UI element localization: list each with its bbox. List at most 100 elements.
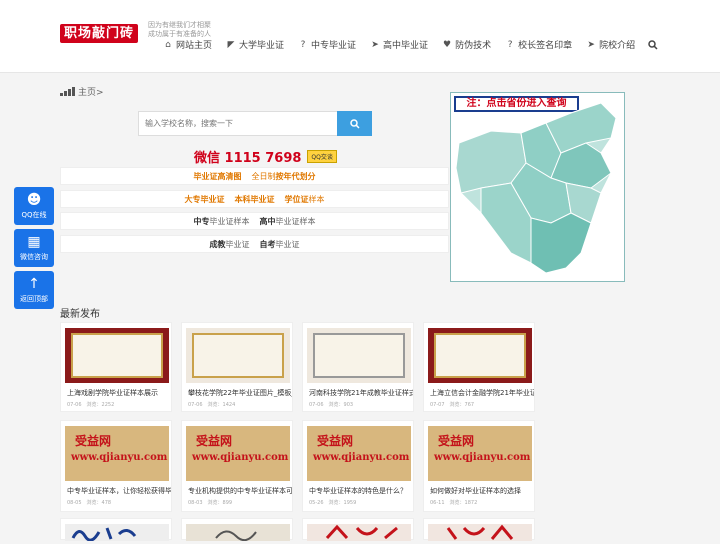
link-self-study-cert[interactable]: 毕业证 bbox=[276, 240, 300, 249]
category-row-4: 成教毕业证 自考毕业证 bbox=[60, 235, 449, 253]
float-qq-online[interactable]: ☻ QQ在线 bbox=[14, 187, 54, 225]
float-label: 返回顶部 bbox=[20, 295, 48, 303]
float-wechat-consult[interactable]: ▦ 微信咨询 bbox=[14, 229, 54, 267]
article-card[interactable] bbox=[423, 518, 535, 541]
link-degree-sample[interactable]: 样本 bbox=[309, 195, 325, 204]
link-fulltime[interactable]: 全日制 bbox=[252, 172, 276, 181]
article-title[interactable]: 如何做好对毕业证样本的选择 bbox=[430, 486, 534, 496]
wechat-number: 微信 1115 7698 bbox=[194, 151, 302, 166]
link-degree[interactable]: 学位证 bbox=[285, 195, 309, 204]
signature-thumbnail bbox=[186, 524, 290, 542]
category-row-2: 大专毕业证 本科毕业证 学位证样本 bbox=[60, 190, 449, 208]
article-card[interactable]: 上海立信会计金融学院21年毕业证 07-07 浏览：767 bbox=[423, 322, 535, 412]
float-back-to-top[interactable]: ↑ 返回顶部 bbox=[14, 271, 54, 309]
link-hd-images[interactable]: 毕业证高清图 bbox=[194, 172, 242, 181]
watermark-thumbnail: 受益网 www.qjianyu.com bbox=[65, 426, 169, 481]
article-meta: 05-26 浏览：1959 bbox=[309, 500, 357, 506]
nav-label: 高中毕业证 bbox=[383, 41, 429, 51]
nav-item-signature[interactable]: ? 校长签名印章 bbox=[505, 38, 573, 52]
article-meta: 08-03 浏览：899 bbox=[188, 500, 233, 506]
article-card[interactable] bbox=[302, 518, 414, 541]
article-title[interactable]: 河南科技学院21年成教毕业证样式 bbox=[309, 388, 413, 398]
nav-label: 中专毕业证 bbox=[311, 41, 357, 51]
signal-bars-icon bbox=[60, 87, 75, 96]
article-meta: 07-06 浏览：2252 bbox=[67, 402, 115, 408]
nav-label: 院校介绍 bbox=[599, 41, 636, 51]
link-junior-college[interactable]: 大专毕业证 bbox=[185, 194, 225, 205]
link-secondary[interactable]: 中专 bbox=[194, 217, 210, 226]
certificate-thumbnail bbox=[428, 328, 532, 383]
latest-section-title: 最新发布 bbox=[60, 309, 100, 320]
nav-item-highschool[interactable]: ➤ 高中毕业证 bbox=[370, 38, 429, 52]
article-title[interactable]: 上海立信会计金融学院21年毕业证 bbox=[430, 388, 534, 398]
certificate-thumbnail bbox=[186, 328, 290, 383]
article-title[interactable]: 中专毕业证样本，让你轻松获得毕 bbox=[67, 486, 171, 496]
paper-plane-icon: ➤ bbox=[371, 39, 379, 50]
china-map-icon bbox=[455, 102, 617, 274]
china-province-map[interactable]: 注：点击省份进入查询 bbox=[450, 92, 625, 282]
signature-thumbnail bbox=[428, 524, 532, 541]
site-logo[interactable]: 职场敲门砖 bbox=[60, 24, 138, 43]
certificate-thumbnail bbox=[65, 328, 169, 383]
link-highschool[interactable]: 高中 bbox=[260, 217, 276, 226]
nav-label: 校长签名印章 bbox=[518, 41, 573, 51]
article-title[interactable]: 专业机构提供的中专毕业证样本可 bbox=[188, 486, 292, 496]
article-title[interactable]: 上海戏剧学院毕业证样本展示 bbox=[67, 388, 171, 398]
link-bachelor[interactable]: 本科毕业证 bbox=[235, 194, 275, 205]
article-meta: 06-11 浏览：1872 bbox=[430, 500, 478, 506]
article-card[interactable]: 受益网 www.qjianyu.com 专业机构提供的中专毕业证样本可 08-03… bbox=[181, 420, 293, 512]
heart-icon: ♥ bbox=[443, 39, 452, 50]
article-card[interactable] bbox=[181, 518, 293, 542]
breadcrumb-home[interactable]: 主页> bbox=[78, 85, 104, 98]
search-icon bbox=[349, 118, 360, 129]
search-icon[interactable] bbox=[648, 40, 658, 53]
nav-label: 网站主页 bbox=[176, 41, 213, 51]
link-by-year[interactable]: 按年代划分 bbox=[276, 172, 316, 181]
category-row-3: 中专毕业证样本 高中毕业证样本 bbox=[60, 212, 449, 230]
article-title[interactable]: 攀枝花学院22年毕业证图片_模板_ bbox=[188, 388, 292, 398]
article-meta: 07-06 浏览：1424 bbox=[188, 402, 236, 408]
paper-plane-icon: ➤ bbox=[587, 39, 595, 50]
article-card[interactable]: 攀枝花学院22年毕业证图片_模板_ 07-06 浏览：1424 bbox=[181, 322, 293, 412]
site-slogan: 因为有继我们才相聚 成功属于有准备的人 bbox=[148, 21, 211, 38]
home-icon: ⌂ bbox=[165, 39, 171, 50]
category-row-1: 毕业证高清图 全日制按年代划分 bbox=[60, 167, 449, 185]
article-meta: 07-07 浏览：767 bbox=[430, 402, 475, 408]
article-card[interactable]: 河南科技学院21年成教毕业证样式 07-06 浏览：903 bbox=[302, 322, 414, 412]
qq-icon: ☻ bbox=[26, 192, 42, 208]
float-label: QQ在线 bbox=[21, 211, 47, 219]
link-self-study[interactable]: 自考 bbox=[260, 240, 276, 249]
nav-item-home[interactable]: ⌂ 网站主页 bbox=[163, 38, 213, 52]
main-nav: ⌂ 网站主页 ◤ 大学毕业证 ? 中专毕业证 ➤ 高中毕业证 ♥ 防伪技术 ? 校长签名印章… bbox=[163, 38, 649, 52]
link-secondary-sample[interactable]: 毕业证样本 bbox=[210, 217, 250, 226]
article-card[interactable]: 受益网 www.qjianyu.com 中专毕业证样本的特色是什么？ 05-26 … bbox=[302, 420, 414, 512]
search-button[interactable] bbox=[337, 111, 372, 136]
nav-label: 防伪技术 bbox=[455, 41, 492, 51]
signature-thumbnail bbox=[307, 524, 411, 541]
article-card[interactable]: 上海戏剧学院毕业证样本展示 07-06 浏览：2252 bbox=[60, 322, 172, 412]
link-adult-edu[interactable]: 成教 bbox=[210, 240, 226, 249]
link-highschool-sample[interactable]: 毕业证样本 bbox=[276, 217, 316, 226]
arrow-up-icon: ↑ bbox=[28, 276, 40, 292]
link-adult-edu-cert[interactable]: 毕业证 bbox=[226, 240, 250, 249]
breadcrumb: 主页> bbox=[60, 85, 104, 98]
nav-label: 大学毕业证 bbox=[239, 41, 285, 51]
article-meta: 08-05 浏览：478 bbox=[67, 500, 112, 506]
float-label: 微信咨询 bbox=[20, 253, 48, 261]
article-card[interactable]: 受益网 www.qjianyu.com 如何做好对毕业证样本的选择 06-11 浏… bbox=[423, 420, 535, 512]
article-title[interactable]: 中专毕业证样本的特色是什么？ bbox=[309, 486, 413, 496]
nav-item-anticounterfeit[interactable]: ♥ 防伪技术 bbox=[442, 38, 492, 52]
megaphone-icon: ◤ bbox=[227, 39, 235, 50]
school-search bbox=[138, 111, 372, 136]
article-meta: 07-06 浏览：903 bbox=[309, 402, 354, 408]
nav-item-school-intro[interactable]: ➤ 院校介绍 bbox=[586, 38, 636, 52]
watermark-thumbnail: 受益网 www.qjianyu.com bbox=[186, 426, 290, 481]
watermark-thumbnail: 受益网 www.qjianyu.com bbox=[428, 426, 532, 481]
search-input[interactable] bbox=[138, 111, 337, 136]
qq-chat-button[interactable]: QQ交谈 bbox=[307, 150, 337, 163]
question-circle-icon: ? bbox=[300, 39, 306, 50]
article-card[interactable] bbox=[60, 518, 172, 542]
nav-item-technical[interactable]: ? 中专毕业证 bbox=[298, 38, 357, 52]
article-card[interactable]: 受益网 www.qjianyu.com 中专毕业证样本，让你轻松获得毕 08-05… bbox=[60, 420, 172, 512]
nav-item-university[interactable]: ◤ 大学毕业证 bbox=[226, 38, 285, 52]
